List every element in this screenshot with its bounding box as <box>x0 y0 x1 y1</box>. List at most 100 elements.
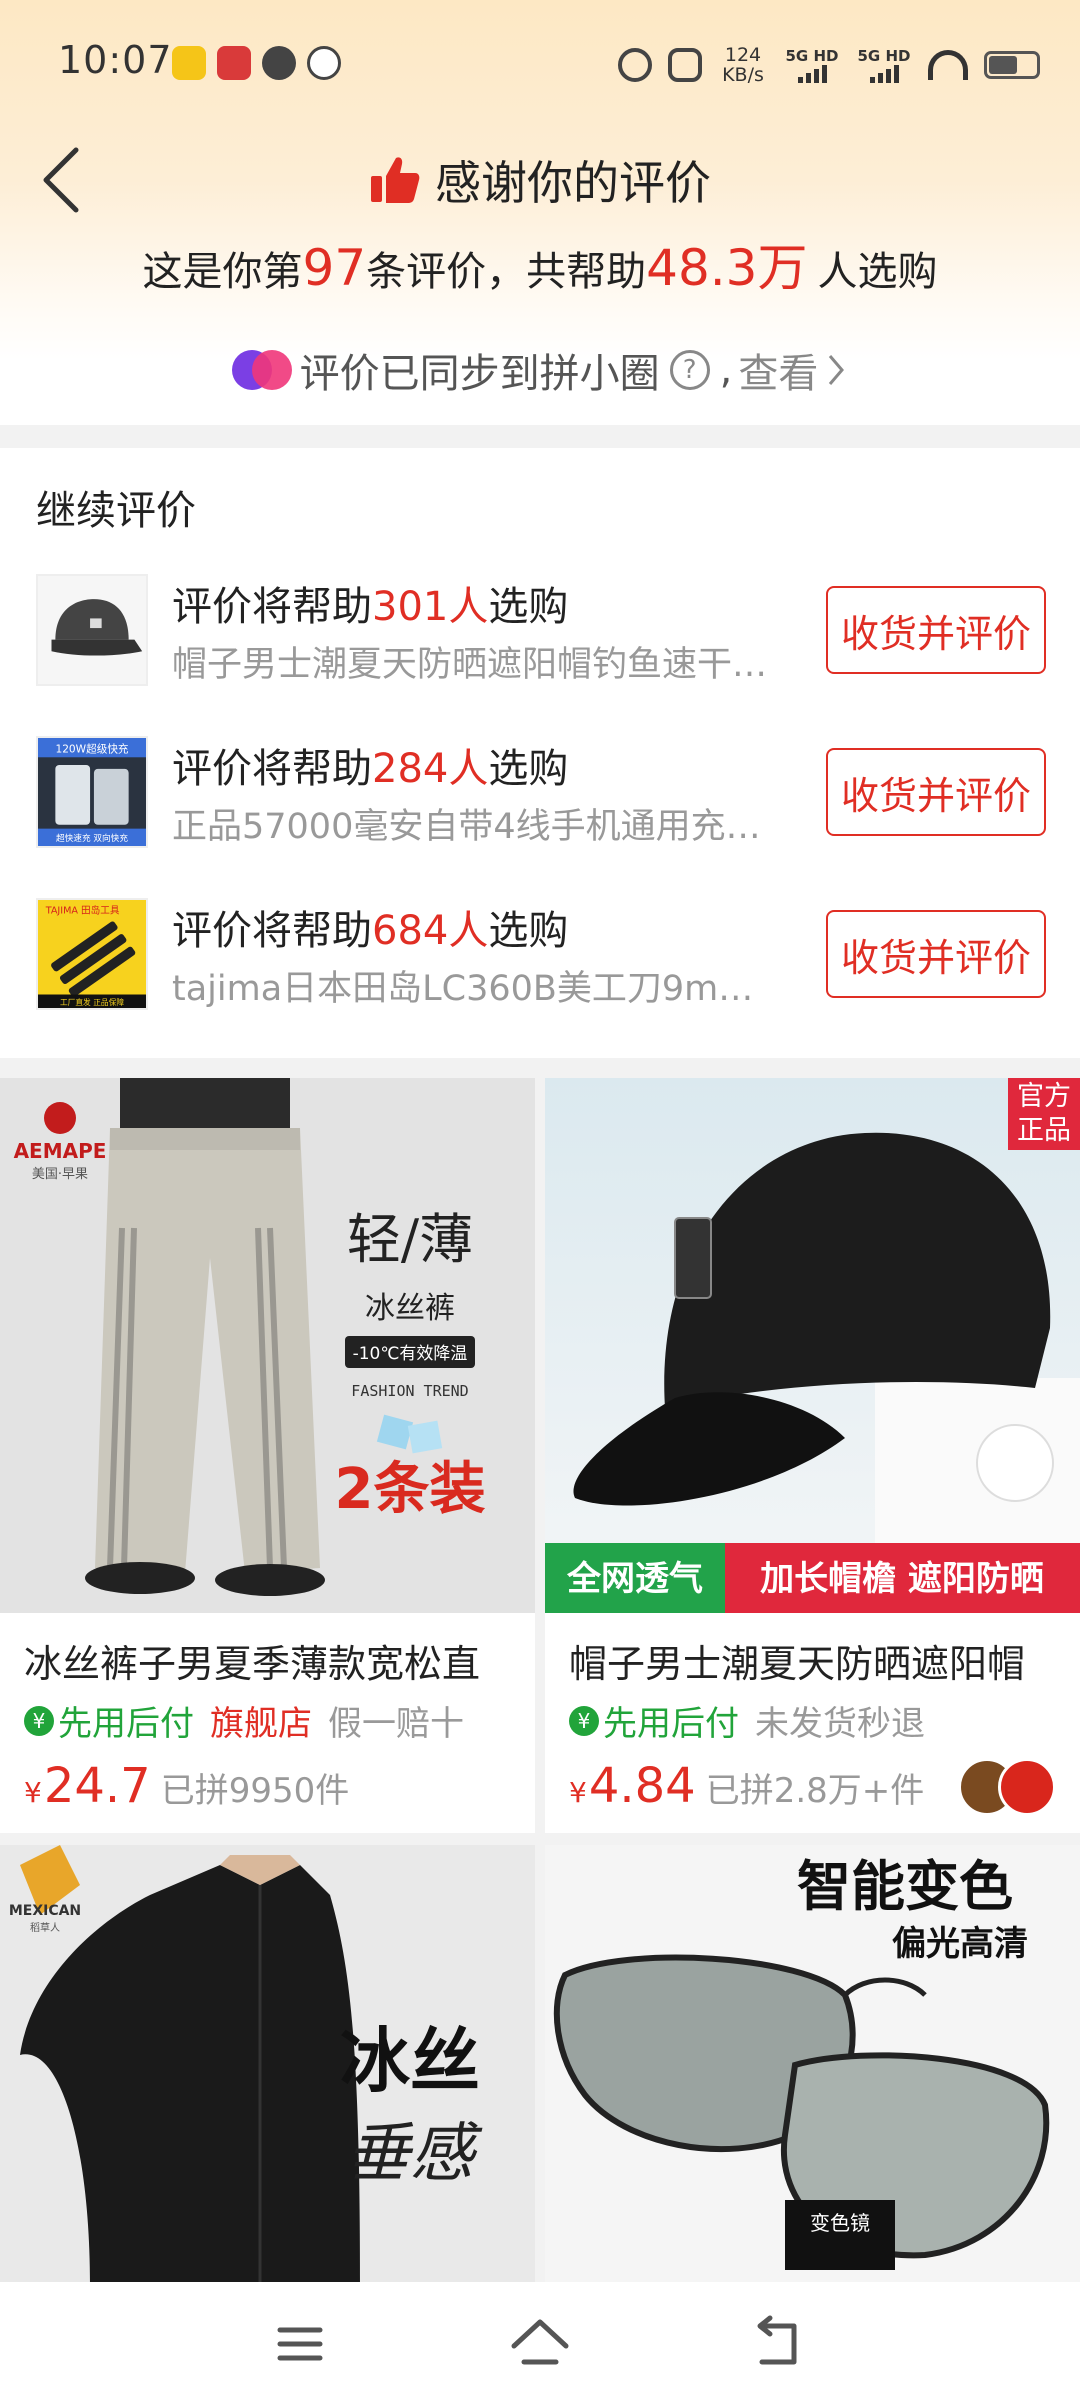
title-prefix: 评价将帮助 <box>172 746 372 792</box>
pinxiaoquan-logo-icon <box>231 348 294 392</box>
review-stats: 这是你第97条评价，共帮助48.3万 人选购 <box>0 228 1080 308</box>
pay-later-icon: ¥ <box>569 1705 599 1736</box>
img-brand: MEXICAN <box>9 1903 81 1919</box>
product-card[interactable]: MEXICAN 稻草人 冰丝 垂感 <box>0 1845 535 2285</box>
product-card[interactable]: 智能变色 偏光高清 变色镜 <box>545 1845 1080 2285</box>
product-image: 智能变色 偏光高清 变色镜 <box>545 1845 1080 2285</box>
product-title: 帽子男士潮夏天防晒遮阳帽 <box>569 1642 1026 1686</box>
img-text: 变色镜 <box>810 2211 870 2235</box>
img-text: 轻/薄 <box>347 1208 473 1271</box>
sync-separator: , <box>719 347 733 393</box>
img-text: 垂感 <box>346 2117 483 2191</box>
avatar <box>998 1758 1056 1816</box>
pay-later-icon: ¥ <box>24 1705 54 1736</box>
product-thumbnail <box>36 574 148 686</box>
currency-symbol: ¥ <box>24 1776 42 1809</box>
img-text: 冰丝 <box>340 2020 480 2102</box>
price-row: ¥ 4.84 已拼2.8万+件 <box>569 1758 924 1814</box>
continue-review-heading: 继续评价 <box>36 488 196 534</box>
product-tags: ¥ 先用后付 未发货秒退 <box>569 1696 925 1745</box>
shirt-illustration: MEXICAN 稻草人 冰丝 垂感 <box>0 1845 535 2285</box>
thumbs-up-icon <box>371 157 420 203</box>
mute-icon <box>668 48 702 82</box>
img-text: FASHION TREND <box>351 1382 468 1400</box>
back-nav-icon[interactable] <box>748 2312 812 2376</box>
title-suffix: 选购 <box>488 584 569 630</box>
product-title: 冰丝裤子男夏季薄款宽松直 <box>24 1642 481 1686</box>
sold-count: 已拼9950件 <box>160 1771 350 1811</box>
help-count: 284人 <box>372 746 489 792</box>
guarantee-tag: 假一赔十 <box>328 1704 464 1744</box>
receive-and-review-button[interactable]: 收货并评价 <box>826 586 1046 674</box>
sync-row[interactable]: 评价已同步到拼小圈 ? , 查看 <box>0 335 1080 405</box>
sync-view-link[interactable]: 查看 <box>738 341 818 399</box>
page-title: 感谢你的评价 <box>435 156 711 210</box>
signal-sim2-icon: 5G HD <box>856 46 912 83</box>
img-text: 偏光高清 <box>892 1924 1028 1964</box>
product-thumbnail: 120W超级快充 超快速充 双向快充 <box>36 736 148 848</box>
pay-later-label: 先用后付 <box>603 1704 739 1744</box>
img-text: -10℃有效降温 <box>353 1344 468 1364</box>
product-card[interactable]: AEMAPE 美国·早果 轻/薄 冰丝裤 -10℃有效降温 FASHION TR… <box>0 1078 535 1833</box>
app-notification-icon <box>172 46 206 80</box>
signal-sim1-icon: 5G HD <box>784 47 840 83</box>
thumb-text: 120W超级快充 <box>55 742 128 755</box>
img-banner-text: 加长帽檐 遮阳防晒 <box>760 1559 1044 1599</box>
product-image: 全网透气 加长帽檐 遮阳防晒 官方正品 <box>545 1078 1080 1613</box>
status-right: 124 KB/s 5G HD 5G HD <box>618 40 1040 90</box>
status-time: 10:07 <box>58 38 173 82</box>
product-name: 正品57000毫安自带4线手机通用充电宝 <box>172 807 782 847</box>
img-brand-sub: 美国·早果 <box>32 1167 88 1182</box>
img-brand-sub: 稻草人 <box>30 1922 60 1934</box>
net-speed-unit: KB/s <box>722 64 764 86</box>
review-item[interactable]: 120W超级快充 超快速充 双向快充 评价将帮助284人选购 正品57000毫安… <box>0 736 1080 866</box>
status-bar: 10:07 124 KB/s 5G HD 5G HD <box>0 0 1080 120</box>
img-text: 冰丝裤 <box>365 1291 455 1326</box>
pants-illustration: AEMAPE 美国·早果 轻/薄 冰丝裤 -10℃有效降温 FASHION TR… <box>0 1078 535 1613</box>
refund-tag: 未发货秒退 <box>755 1704 925 1744</box>
product-tags: ¥ 先用后付 旗舰店 假一赔十 <box>24 1696 464 1745</box>
sunglasses-illustration: 智能变色 偏光高清 变色镜 <box>545 1845 1080 2285</box>
sold-count: 已拼2.8万+件 <box>705 1771 925 1811</box>
pay-later-tag: ¥ 先用后付 <box>569 1696 739 1745</box>
title-prefix: 评价将帮助 <box>172 584 372 630</box>
sync-text: 评价已同步到拼小圈 <box>299 351 660 397</box>
receive-and-review-button[interactable]: 收货并评价 <box>826 748 1046 836</box>
product-image: MEXICAN 稻草人 冰丝 垂感 <box>0 1845 535 2285</box>
home-icon[interactable] <box>508 2312 572 2376</box>
help-icon[interactable]: ? <box>669 350 710 390</box>
sim2-label: 5G HD <box>857 46 911 65</box>
review-item-title: 评价将帮助284人选购 <box>172 736 568 794</box>
thumb-text: TAJIMA 田岛工具 <box>45 905 120 917</box>
play-notification-icon <box>262 46 296 80</box>
price-row: ¥ 24.7 已拼9950件 <box>24 1758 349 1814</box>
stats-mid: 条评价，共帮助 <box>366 249 647 295</box>
product-name: tajima日本田岛LC360B美工刀9mm刀片 <box>172 969 782 1009</box>
flagship-tag: 旗舰店 <box>210 1704 312 1744</box>
net-speed: 124 KB/s <box>718 45 768 85</box>
wifi-icon <box>928 50 968 80</box>
thumb-text: 超快速充 双向快充 <box>56 832 128 844</box>
help-count: 684人 <box>372 908 489 954</box>
review-item[interactable]: 评价将帮助301人选购 帽子男士潮夏天防晒遮阳帽钓鱼速干鸭舌帽 收货并评价 <box>0 574 1080 704</box>
img-text: 智能变色 <box>797 1855 1013 1918</box>
header-area: 10:07 124 KB/s 5G HD 5G HD 感谢你的评价 这是你第97… <box>0 0 1080 425</box>
helped-count: 48.3万 <box>646 239 808 297</box>
net-speed-value: 124 <box>724 44 762 66</box>
product-thumbnail: TAJIMA 田岛工具 工厂直发 正品保障 <box>36 898 148 1010</box>
menu-icon[interactable] <box>268 2312 332 2376</box>
title-suffix: 选购 <box>488 746 569 792</box>
img-banner-text: 全网透气 <box>566 1559 703 1599</box>
system-nav-bar <box>0 2282 1080 2408</box>
review-item[interactable]: TAJIMA 田岛工具 工厂直发 正品保障 评价将帮助684人选购 tajima… <box>0 898 1080 1028</box>
currency-symbol: ¥ <box>569 1776 587 1809</box>
price: 4.84 <box>588 1758 696 1814</box>
help-count: 301人 <box>372 584 489 630</box>
product-name: 帽子男士潮夏天防晒遮阳帽钓鱼速干鸭舌帽 <box>172 645 782 685</box>
official-badge: 官方正品 <box>1008 1078 1080 1150</box>
price: 24.7 <box>43 1758 151 1814</box>
pay-later-tag: ¥ 先用后付 <box>24 1696 194 1745</box>
product-card[interactable]: 全网透气 加长帽檐 遮阳防晒 官方正品 帽子男士潮夏天防晒遮阳帽 ¥ 先用后付 未… <box>545 1078 1080 1833</box>
chevron-right-icon <box>829 355 845 385</box>
receive-and-review-button[interactable]: 收货并评价 <box>826 910 1046 998</box>
